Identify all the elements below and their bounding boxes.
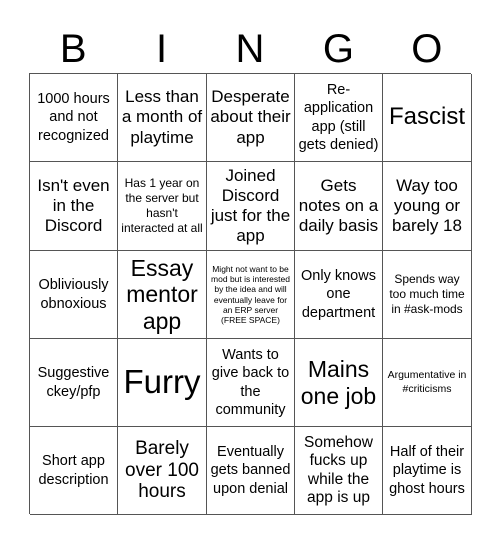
bingo-cell-r3c1[interactable]: Obliviously obnoxious — [30, 251, 118, 339]
bingo-cell-r2c4[interactable]: Gets notes on a daily basis — [295, 162, 383, 251]
cell-text: Has 1 year on the server but hasn't inte… — [121, 176, 203, 235]
bingo-cell-r2c2[interactable]: Has 1 year on the server but hasn't inte… — [118, 162, 207, 251]
cell-text: Desperate about their app — [210, 87, 291, 147]
bingo-cell-r4c1[interactable]: Suggestive ckey/pfp — [30, 339, 118, 427]
header-letter-g: G — [322, 27, 354, 71]
cell-text: 1000 hours and not recognized — [37, 91, 110, 144]
bingo-cell-r4c3[interactable]: Wants to give back to the community — [207, 339, 295, 427]
cell-text: Joined Discord just for the app — [210, 165, 291, 246]
bingo-cell-r1c5[interactable]: Fascist — [383, 74, 472, 162]
cell-text: Barely over 100 hours — [125, 437, 199, 503]
bingo-cell-r4c5[interactable]: Argumentative in #criticisms — [383, 339, 472, 427]
bingo-cell-r3c5[interactable]: Spends way too much time in #ask-mods — [383, 251, 472, 339]
cell-text: Eventually gets banned upon denial — [210, 444, 291, 497]
cell-text: Mains one job — [300, 356, 377, 409]
header-letter-b: B — [59, 27, 87, 71]
header-letter-i: I — [156, 27, 168, 71]
cell-text: Less than a month of playtime — [121, 87, 203, 147]
cell-text: Somehow fucks up while the app is up — [304, 433, 373, 506]
bingo-cell-r4c2[interactable]: Furry — [118, 339, 207, 427]
cell-text: Argumentative in #criticisms — [387, 369, 467, 395]
bingo-cell-r2c1[interactable]: Isn't even in the Discord — [30, 162, 118, 251]
bingo-cell-r5c5[interactable]: Half of their playtime is ghost hours — [383, 427, 472, 515]
bingo-cell-r1c3[interactable]: Desperate about their app — [207, 74, 295, 162]
cell-text: Half of their playtime is ghost hours — [389, 444, 465, 497]
bingo-cell-r5c3[interactable]: Eventually gets banned upon denial — [207, 427, 295, 515]
bingo-cell-r2c3[interactable]: Joined Discord just for the app — [207, 162, 295, 251]
bingo-cell-r5c2[interactable]: Barely over 100 hours — [118, 427, 207, 515]
bingo-grid: 1000 hours and not recognized Less than … — [29, 73, 472, 515]
header-letter-n: N — [235, 27, 265, 71]
cell-text: Wants to give back to the community — [211, 347, 290, 418]
bingo-cell-r2c5[interactable]: Way too young or barely 18 — [383, 162, 472, 251]
cell-text: Suggestive ckey/pfp — [37, 365, 110, 400]
header-letter-o: O — [411, 27, 443, 71]
cell-text: Re-application app (still gets denied) — [298, 82, 379, 153]
cell-text: Spends way too much time in #ask-mods — [389, 272, 465, 316]
bingo-cell-r5c4[interactable]: Somehow fucks up while the app is up — [295, 427, 383, 515]
cell-text: Obliviously obnoxious — [38, 277, 109, 312]
bingo-cell-r1c2[interactable]: Less than a month of playtime — [118, 74, 207, 162]
cell-text: Fascist — [388, 103, 465, 131]
bingo-cell-free-space[interactable]: Might not want to be mod but is interest… — [207, 251, 295, 339]
cell-text: Only knows one department — [301, 268, 376, 321]
cell-text: Gets notes on a daily basis — [298, 175, 379, 236]
bingo-cell-r3c4[interactable]: Only knows one department — [295, 251, 383, 339]
bingo-cell-r4c4[interactable]: Mains one job — [295, 339, 383, 427]
bingo-header: B I N G O — [29, 26, 471, 72]
cell-text: Short app description — [38, 453, 109, 488]
cell-text: Essay mentor app — [126, 254, 198, 334]
bingo-cell-r1c1[interactable]: 1000 hours and not recognized — [30, 74, 118, 162]
bingo-cell-r3c2[interactable]: Essay mentor app — [118, 251, 207, 339]
cell-text: Isn't even in the Discord — [37, 175, 110, 236]
cell-text: Furry — [123, 363, 201, 401]
bingo-cell-r1c4[interactable]: Re-application app (still gets denied) — [295, 74, 383, 162]
cell-text: Might not want to be mod but is interest… — [211, 263, 290, 325]
bingo-cell-r5c1[interactable]: Short app description — [30, 427, 118, 515]
cell-text: Way too young or barely 18 — [392, 175, 462, 236]
